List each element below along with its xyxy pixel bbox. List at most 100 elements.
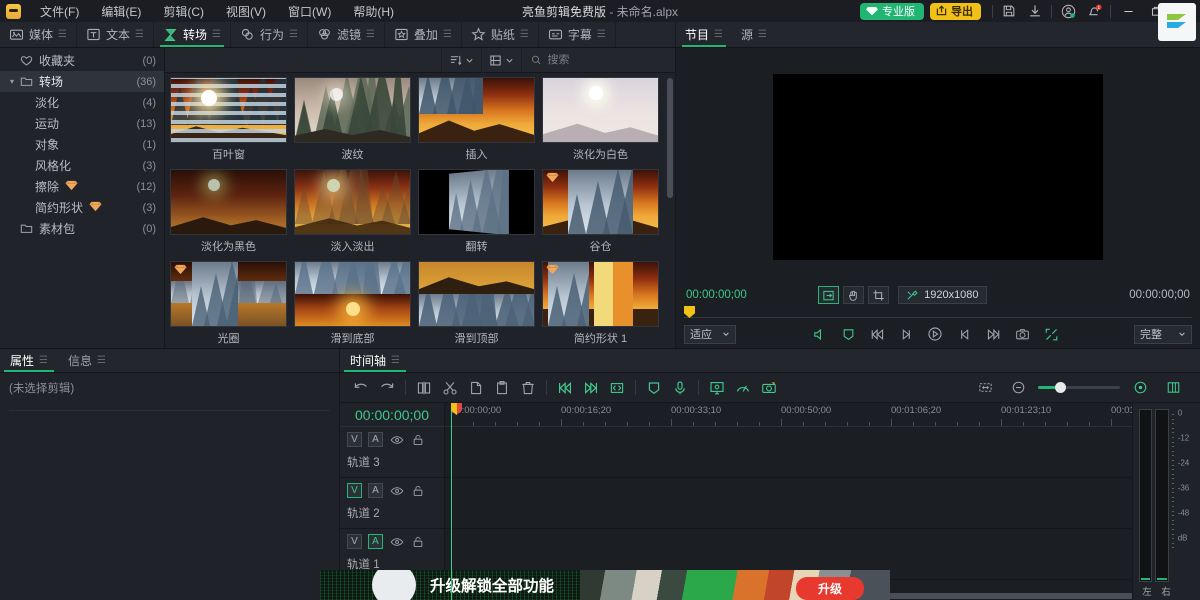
banner-upgrade-button[interactable]: 升级: [795, 577, 864, 600]
tab-menu-icon[interactable]: ☰: [443, 29, 452, 40]
sidebar-item-5[interactable]: 风格化 (3): [0, 155, 164, 176]
cut-icon[interactable]: [437, 376, 463, 400]
track-header[interactable]: V A 轨道 3: [340, 427, 444, 478]
properties-tab-1[interactable]: 信息 ☰: [58, 349, 116, 372]
account-icon[interactable]: [1055, 1, 1081, 21]
effect-item[interactable]: 淡化为白色: [542, 77, 659, 164]
track-audio-toggle[interactable]: A: [368, 534, 383, 549]
sidebar-item-0[interactable]: 收藏夹 (0): [0, 50, 164, 71]
preview-tab-0[interactable]: 节目 ☰: [676, 22, 732, 47]
tab-menu-icon[interactable]: ☰: [597, 29, 606, 40]
effect-item[interactable]: 滑到底部: [294, 261, 411, 348]
menu-item-1[interactable]: 编辑(E): [90, 0, 152, 23]
effect-thumbnail[interactable]: [542, 261, 659, 327]
eye-icon[interactable]: [389, 483, 404, 498]
tab-menu-icon[interactable]: ☰: [212, 29, 221, 40]
tab-menu-icon[interactable]: ☰: [520, 29, 529, 40]
menu-item-0[interactable]: 文件(F): [29, 0, 90, 23]
track-video-toggle[interactable]: V: [347, 432, 362, 447]
track-video-toggle[interactable]: V: [347, 534, 362, 549]
lock-icon[interactable]: [410, 483, 425, 498]
tab-menu-icon[interactable]: ☰: [758, 29, 767, 40]
effect-item[interactable]: 插入: [418, 77, 535, 164]
preview-tab-1[interactable]: 源 ☰: [732, 22, 776, 47]
tab-menu-icon[interactable]: ☰: [39, 355, 48, 366]
monitor-icon[interactable]: [704, 376, 730, 400]
tab-menu-icon[interactable]: ☰: [58, 29, 67, 40]
mark-in-icon[interactable]: [552, 376, 578, 400]
paste-icon[interactable]: [489, 376, 515, 400]
resolution-button[interactable]: 1920x1080: [898, 286, 987, 304]
track-header[interactable]: V A 轨道 2: [340, 478, 444, 529]
eye-icon[interactable]: [389, 534, 404, 549]
tab-menu-icon[interactable]: ☰: [289, 29, 298, 40]
sort-button[interactable]: [441, 47, 481, 73]
marker-icon[interactable]: [641, 376, 667, 400]
effect-thumbnail[interactable]: [170, 261, 287, 327]
effect-thumbnail[interactable]: [418, 261, 535, 327]
effect-thumbnail[interactable]: [294, 169, 411, 235]
marker-icon[interactable]: [839, 325, 857, 343]
effect-thumbnail[interactable]: [418, 77, 535, 143]
fullscreen-icon[interactable]: [1042, 325, 1060, 343]
effect-item[interactable]: 光圈: [170, 261, 287, 348]
track-height-icon[interactable]: [1160, 376, 1186, 400]
view-mode-button[interactable]: [481, 47, 521, 73]
sidebar-item-8[interactable]: 素材包 (0): [0, 218, 164, 239]
crop-icon[interactable]: [868, 286, 890, 304]
step-forward-icon[interactable]: [955, 325, 973, 343]
tab-menu-icon[interactable]: ☰: [366, 29, 375, 40]
audio-icon[interactable]: [810, 325, 828, 343]
track-audio-toggle[interactable]: A: [368, 483, 383, 498]
lock-icon[interactable]: [410, 432, 425, 447]
voiceover-icon[interactable]: [667, 376, 693, 400]
zoom-out-icon[interactable]: [1005, 376, 1031, 400]
fit-mode-select[interactable]: 适应: [684, 324, 736, 344]
browser-scrollbar[interactable]: [667, 78, 673, 198]
tab-transition[interactable]: 转场 ☰: [154, 22, 231, 47]
sidebar-item-2[interactable]: 淡化 (4): [0, 92, 164, 113]
timeline-zoom-slider[interactable]: [1038, 382, 1120, 393]
preview-video-surface[interactable]: [773, 74, 1103, 260]
effect-thumbnail[interactable]: [294, 77, 411, 143]
jump-end-icon[interactable]: [984, 325, 1002, 343]
tab-sticker[interactable]: 贴纸 ☰: [462, 22, 539, 47]
tab-behavior[interactable]: 行为 ☰: [231, 22, 308, 47]
effect-thumbnail[interactable]: [542, 77, 659, 143]
snapshot-icon[interactable]: [1013, 325, 1031, 343]
track-video-toggle[interactable]: V: [347, 483, 362, 498]
lock-icon[interactable]: [410, 534, 425, 549]
tab-subtitle[interactable]: 字幕 ☰: [539, 22, 616, 47]
play-icon[interactable]: [926, 325, 944, 343]
search-input[interactable]: [547, 54, 662, 66]
sidebar-item-3[interactable]: 运动 (13): [0, 113, 164, 134]
effect-item[interactable]: 波纹: [294, 77, 411, 164]
timeline-ruler[interactable]: 00:00:00;00 00:00:16;20 00:00:33;10 00:00:5…: [445, 403, 1132, 427]
mark-out-icon[interactable]: [578, 376, 604, 400]
effect-item[interactable]: 谷仓: [542, 169, 659, 256]
effect-item[interactable]: 百叶窗: [170, 77, 287, 164]
panel-menu-icon[interactable]: ☰: [391, 355, 400, 366]
export-frame-icon[interactable]: [818, 286, 840, 304]
effect-thumbnail[interactable]: [170, 77, 287, 143]
timeline-playhead[interactable]: [451, 403, 452, 600]
speed-icon[interactable]: [730, 376, 756, 400]
minimize-button[interactable]: [1114, 0, 1142, 22]
menu-item-5[interactable]: 帮助(H): [342, 0, 405, 23]
jump-start-icon[interactable]: [868, 325, 886, 343]
effect-thumbnail[interactable]: [170, 169, 287, 235]
zoom-in-icon[interactable]: [1127, 376, 1153, 400]
sidebar-item-7[interactable]: 简约形状 (3): [0, 197, 164, 218]
tab-menu-icon[interactable]: ☰: [135, 29, 144, 40]
sidebar-item-4[interactable]: 对象 (1): [0, 134, 164, 155]
tab-media[interactable]: 媒体 ☰: [0, 22, 77, 47]
split-icon[interactable]: [411, 376, 437, 400]
hand-icon[interactable]: [843, 286, 865, 304]
effect-item[interactable]: 淡入淡出: [294, 169, 411, 256]
mark-clip-icon[interactable]: [604, 376, 630, 400]
sidebar-item-6[interactable]: 擦除 (12): [0, 176, 164, 197]
eye-icon[interactable]: [389, 432, 404, 447]
menu-item-3[interactable]: 视图(V): [215, 0, 277, 23]
expand-caret-icon[interactable]: ▾: [6, 77, 18, 86]
track-lane[interactable]: [445, 478, 1132, 529]
